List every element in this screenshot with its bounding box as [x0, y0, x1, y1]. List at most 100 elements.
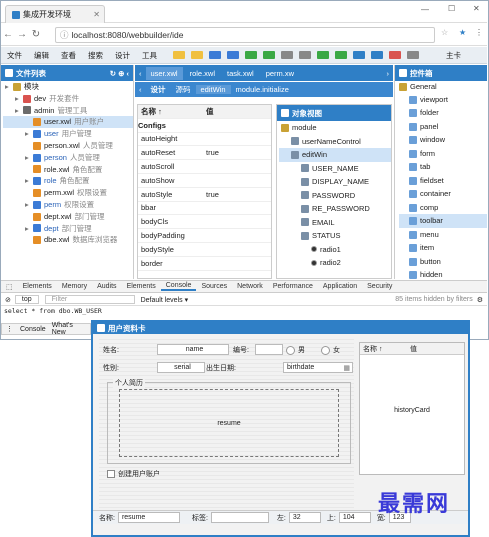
editor-tab-perm[interactable]: perm.xw	[261, 67, 299, 80]
object-tree-item[interactable]: STATUS	[279, 229, 391, 243]
debug-icon[interactable]	[263, 51, 275, 59]
devtab-security[interactable]: Security	[362, 283, 397, 290]
editor-tab-user[interactable]: user.xwl	[145, 66, 183, 80]
devtab-performance[interactable]: Performance	[268, 283, 318, 290]
tab-scroll-left-icon[interactable]: ‹	[135, 69, 146, 78]
inspect-icon[interactable]: ⬚	[1, 283, 18, 291]
devtab-elements2[interactable]: Elements	[122, 283, 161, 290]
object-tree-item[interactable]: USER_NAME	[279, 162, 391, 176]
prop-row[interactable]: autoHeight	[138, 133, 271, 147]
resume-textarea[interactable]: resume	[119, 389, 339, 457]
subtab-scroll-left-icon[interactable]: ‹	[135, 85, 146, 94]
code-field[interactable]	[255, 344, 283, 355]
subtab-module-init[interactable]: module.initialize	[231, 85, 294, 94]
file-tree-item[interactable]: perm.xwl 权限设置	[3, 187, 133, 199]
editor-tab-task[interactable]: task.xwl	[222, 67, 259, 80]
minimize-icon[interactable]: —	[421, 5, 429, 14]
object-tree-item[interactable]: radio2	[279, 256, 391, 270]
menu-edit[interactable]: 编辑	[28, 50, 55, 61]
control-item[interactable]: toolbar	[399, 214, 487, 228]
devtab-elements[interactable]: Elements	[18, 283, 57, 290]
file-tree-item[interactable]: ▸ dev 开发套件	[3, 93, 133, 105]
new-icon[interactable]	[173, 51, 185, 59]
delete-icon[interactable]	[389, 51, 401, 59]
object-tree-item[interactable]: PASSWORD	[279, 189, 391, 203]
file-tree-item[interactable]: role.xwl 角色配置	[3, 164, 133, 176]
subtab-editwin[interactable]: editWin	[195, 85, 231, 94]
expand-arrow-icon[interactable]: ▸	[5, 81, 13, 93]
console-settings-icon[interactable]: ⚙	[477, 296, 487, 304]
control-item[interactable]: form	[399, 147, 487, 161]
copy-icon[interactable]	[299, 51, 311, 59]
status-name-field[interactable]: resume	[117, 512, 180, 523]
settings-icon[interactable]	[407, 51, 419, 59]
control-item[interactable]: fieldset	[399, 174, 487, 188]
file-tree-item[interactable]: dept.xwl 部门管理	[3, 211, 133, 223]
run-icon[interactable]	[245, 51, 257, 59]
file-tree-item[interactable]: dbe.xwl 数据库浏览器	[3, 234, 133, 246]
save-all-icon[interactable]	[227, 51, 239, 59]
menu-file[interactable]: 文件	[1, 50, 28, 61]
expand-arrow-icon[interactable]: ▸	[15, 105, 23, 117]
url-input[interactable]: ⓘ localhost:8080/webbuilder/ide	[55, 27, 435, 43]
devtab-application[interactable]: Application	[318, 283, 362, 290]
back-icon[interactable]: ←	[1, 29, 15, 40]
control-item[interactable]: panel	[399, 120, 487, 134]
star-icon[interactable]: ☆	[441, 28, 448, 37]
object-tree-item[interactable]: RE_PASSWORD	[279, 202, 391, 216]
controls-group[interactable]: General	[399, 81, 487, 93]
subtab-design[interactable]: 设计	[146, 84, 171, 95]
reload-icon[interactable]: ↻	[29, 29, 43, 40]
user-menu[interactable]: 主卡	[440, 50, 467, 61]
control-item[interactable]: folder	[399, 106, 487, 120]
down-icon[interactable]	[371, 51, 383, 59]
prop-row[interactable]: autoReset true	[138, 146, 271, 161]
close-tab-icon[interactable]: ✕	[93, 10, 100, 19]
menu-icon[interactable]: ⋮	[475, 28, 483, 37]
expand-arrow-icon[interactable]: ▸	[25, 128, 33, 140]
control-item[interactable]: comp	[399, 201, 487, 215]
object-tree-item[interactable]: module	[279, 121, 391, 135]
devtab-audits[interactable]: Audits	[92, 283, 121, 290]
control-item[interactable]: container	[399, 187, 487, 201]
prop-row[interactable]: autoStyle true	[138, 188, 271, 202]
close-window-icon[interactable]: ✕	[473, 4, 480, 13]
status-tag-field[interactable]	[210, 512, 269, 523]
calendar-icon[interactable]: ▦	[343, 364, 350, 372]
name-field[interactable]: name	[157, 344, 229, 355]
editor-tab-role[interactable]: role.xwl	[185, 67, 220, 80]
object-tree-item[interactable]: userNameControl	[279, 135, 391, 149]
status-top-field[interactable]: 104	[338, 512, 371, 523]
serial-field[interactable]: serial	[157, 362, 205, 373]
browser-tab[interactable]: 集成开发环境 ✕	[5, 5, 105, 23]
prop-row[interactable]: bodyStyle	[138, 243, 271, 257]
control-item[interactable]: button	[399, 255, 487, 269]
drawer-tab-console[interactable]: Console	[17, 326, 49, 333]
object-tree-item[interactable]: radio1	[279, 243, 391, 257]
male-radio[interactable]: 男	[286, 345, 305, 355]
expand-arrow-icon[interactable]: ▸	[25, 223, 33, 235]
extension-icon[interactable]: ★	[459, 28, 466, 37]
file-tree-item[interactable]: ▸ admin 管理工具	[3, 105, 133, 117]
open-icon[interactable]	[191, 51, 203, 59]
object-tree-item[interactable]: editWin	[279, 148, 391, 162]
prop-row[interactable]: bodyCls	[138, 215, 271, 230]
tab-scroll-right-icon[interactable]: ›	[383, 69, 394, 78]
file-tree-item[interactable]: ▸ 模块	[3, 81, 133, 93]
drawer-tab-whatsnew[interactable]: What's New	[49, 322, 90, 336]
prop-row[interactable]: autoShow	[138, 174, 271, 188]
file-tree-item[interactable]: person.xwl 人员管理	[3, 140, 133, 152]
control-item[interactable]: hidden	[399, 268, 487, 279]
expand-arrow-icon[interactable]: ▸	[15, 93, 23, 105]
control-item[interactable]: item	[399, 241, 487, 255]
control-item[interactable]: viewport	[399, 93, 487, 107]
forward-arrow-icon[interactable]	[335, 51, 347, 59]
control-item[interactable]: tab	[399, 160, 487, 174]
levels-select[interactable]: Default levels ▾	[135, 296, 194, 304]
expand-arrow-icon[interactable]: ▸	[25, 175, 33, 187]
up-icon[interactable]	[353, 51, 365, 59]
drawer-menu-icon[interactable]: ⋮	[2, 325, 17, 333]
expand-arrow-icon[interactable]: ▸	[25, 152, 33, 164]
forward-icon[interactable]: →	[15, 29, 29, 40]
cut-icon[interactable]	[281, 51, 293, 59]
